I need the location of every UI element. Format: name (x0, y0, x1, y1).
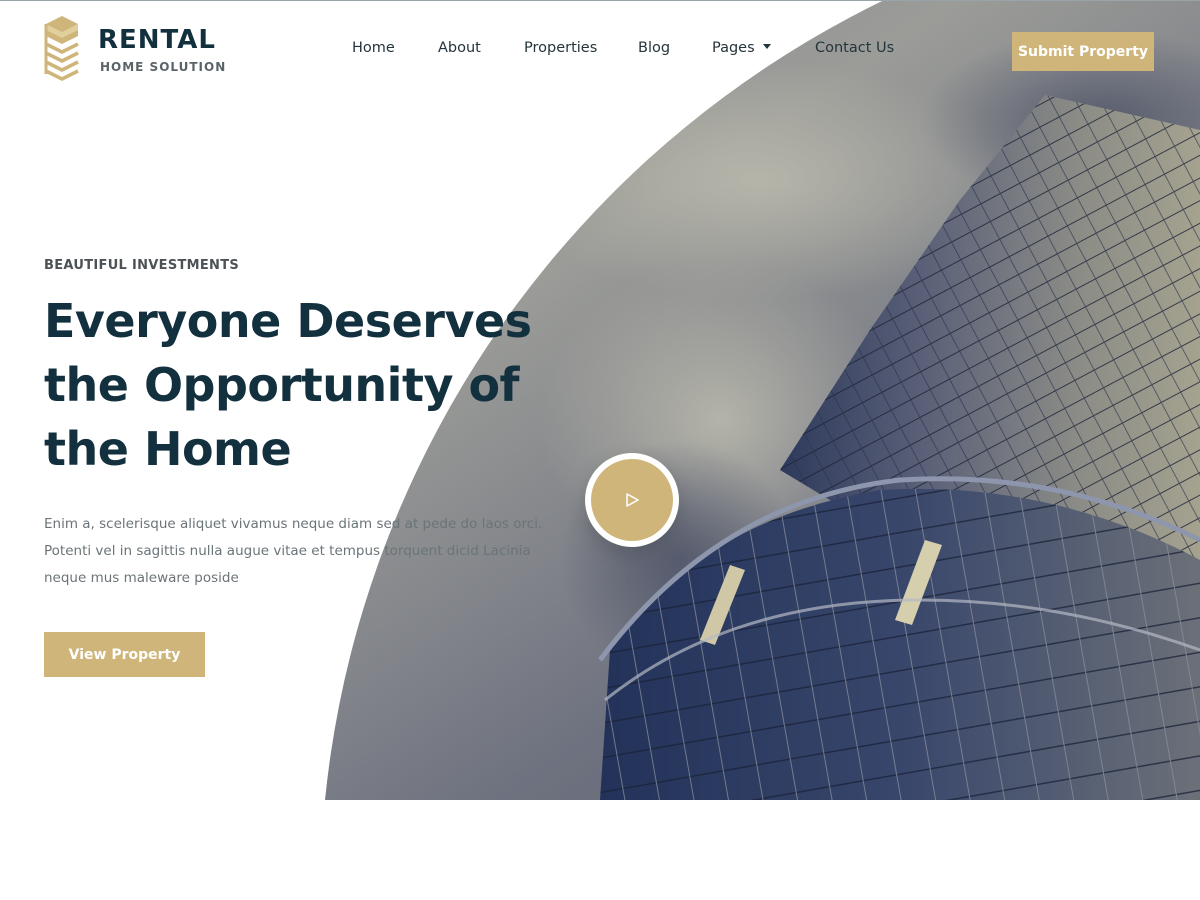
nav-pages-label: Pages (712, 40, 755, 56)
hero-headline-line: Everyone Deserves (44, 294, 532, 348)
nav-about[interactable]: About (438, 40, 481, 56)
building-logo-icon (44, 16, 79, 81)
view-property-button[interactable]: View Property (44, 632, 205, 677)
play-icon (626, 493, 639, 507)
brand-name: RENTAL (98, 25, 216, 55)
hero-description-line: Enim a, scelerisque aliquet vivamus nequ… (44, 516, 543, 532)
nav-pages-dropdown[interactable]: Pages (712, 40, 771, 56)
hero-content: BEAUTIFUL INVESTMENTS Everyone Deserves … (44, 258, 584, 677)
submit-property-button[interactable]: Submit Property (1012, 32, 1154, 71)
top-border (0, 0, 1200, 1)
brand-tagline: HOME SOLUTION (100, 60, 227, 74)
play-video-button[interactable] (585, 453, 679, 547)
hero-description: Enim a, scelerisque aliquet vivamus nequ… (44, 511, 564, 592)
hero-description-line: neque mus maleware poside (44, 570, 239, 586)
brand-logo[interactable]: RENTAL HOME SOLUTION (44, 16, 226, 86)
site-header: RENTAL HOME SOLUTION Home About Properti… (0, 0, 1200, 100)
hero-description-line: Potenti vel in sagittis nulla augue vita… (44, 543, 531, 559)
hero-headline-line: the Home (44, 422, 292, 476)
hero-eyebrow: BEAUTIFUL INVESTMENTS (44, 258, 240, 273)
nav-home[interactable]: Home (352, 40, 395, 56)
nav-properties[interactable]: Properties (524, 40, 597, 56)
hero-headline-line: the Opportunity of (44, 358, 520, 412)
nav-blog[interactable]: Blog (638, 40, 670, 56)
hero-headline: Everyone Deserves the Opportunity of the… (44, 289, 584, 481)
nav-contact[interactable]: Contact Us (815, 40, 894, 56)
chevron-down-icon (762, 44, 771, 49)
play-button-circle (591, 459, 673, 541)
